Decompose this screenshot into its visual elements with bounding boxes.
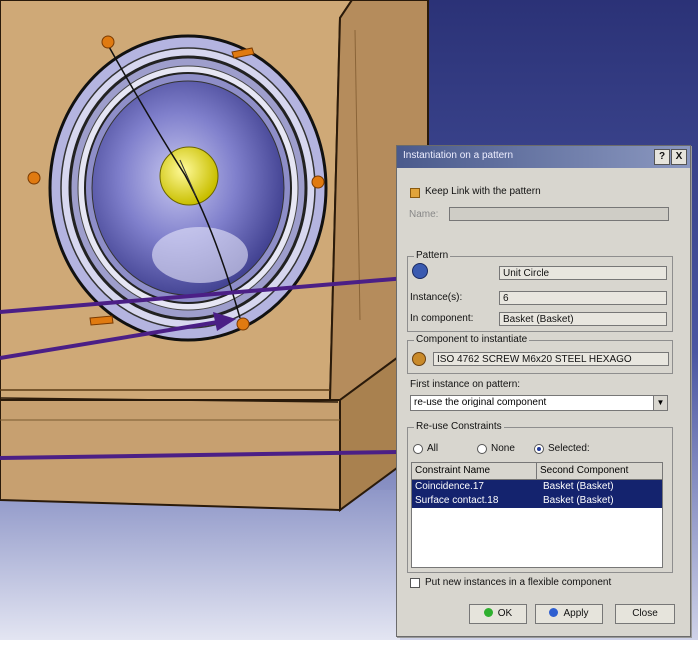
apply-label: Apply	[563, 608, 589, 619]
radio-selected-label: Selected:	[548, 443, 590, 454]
pattern-group-title: Pattern	[414, 250, 451, 261]
close-button[interactable]: Close	[615, 604, 675, 624]
radio-selected[interactable]	[534, 444, 544, 454]
apply-button[interactable]: Apply	[535, 604, 603, 624]
first-instance-select[interactable]: re-use the original component ▼	[410, 395, 668, 411]
ok-label: OK	[497, 608, 513, 619]
dialog-titlebar[interactable]: Instantiation on a pattern ? X	[397, 146, 690, 168]
component-group-title: Component to instantiate	[414, 334, 530, 345]
constraints-table: Constraint Name Second Component Coincid…	[411, 462, 663, 568]
table-row[interactable]: Surface contact.18 Basket (Basket)	[412, 494, 662, 508]
component-field[interactable]: ISO 4762 SCREW M6x20 STEEL HEXAGO	[433, 352, 669, 366]
column-constraint-name[interactable]: Constraint Name	[412, 463, 537, 479]
name-field[interactable]	[449, 207, 669, 221]
column-second-component[interactable]: Second Component	[537, 463, 662, 479]
pattern-icon	[412, 263, 428, 279]
close-icon[interactable]: X	[671, 149, 687, 165]
catia-viewport: Instantiation on a pattern ? X Keep Link…	[0, 0, 698, 640]
table-header: Constraint Name Second Component	[412, 463, 662, 480]
chevron-down-icon[interactable]: ▼	[653, 396, 667, 410]
row-constraint-name: Surface contact.18	[415, 495, 499, 506]
flexible-label: Put new instances in a flexible componen…	[425, 577, 612, 588]
dialog-title: Instantiation on a pattern	[403, 150, 514, 161]
flexible-checkbox[interactable]	[410, 578, 420, 588]
pattern-field[interactable]: Unit Circle	[499, 266, 667, 280]
instances-field[interactable]: 6	[499, 291, 667, 305]
ok-button[interactable]: OK	[469, 604, 527, 624]
row-second-component: Basket (Basket)	[543, 481, 614, 492]
row-second-component: Basket (Basket)	[543, 495, 614, 506]
first-instance-value: re-use the original component	[414, 397, 547, 408]
radio-all[interactable]	[413, 444, 423, 454]
instantiation-dialog: Instantiation on a pattern ? X Keep Link…	[396, 145, 691, 637]
first-instance-label: First instance on pattern:	[410, 379, 521, 390]
keep-link-checkbox[interactable]	[410, 188, 420, 198]
help-button[interactable]: ?	[654, 149, 670, 165]
in-component-field[interactable]: Basket (Basket)	[499, 312, 667, 326]
radio-none-label: None	[491, 443, 515, 454]
table-row[interactable]: Coincidence.17 Basket (Basket)	[412, 480, 662, 494]
floor	[0, 490, 400, 640]
instances-label: Instance(s):	[410, 292, 463, 303]
row-constraint-name: Coincidence.17	[415, 481, 484, 492]
apply-icon	[549, 607, 559, 617]
radio-none[interactable]	[477, 444, 487, 454]
name-label: Name:	[409, 209, 439, 220]
component-icon	[412, 352, 426, 366]
close-label: Close	[632, 608, 658, 619]
reuse-constraints-title: Re-use Constraints	[414, 421, 504, 432]
radio-all-label: All	[427, 443, 439, 454]
keep-link-label: Keep Link with the pattern	[425, 186, 541, 197]
ok-icon	[483, 607, 493, 617]
in-component-label: In component:	[410, 313, 474, 324]
